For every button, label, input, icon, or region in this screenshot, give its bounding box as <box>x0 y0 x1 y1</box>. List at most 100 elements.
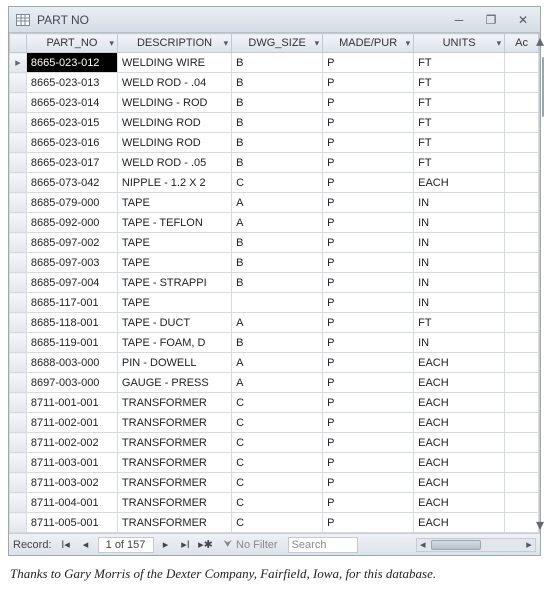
cell[interactable]: P <box>323 333 414 353</box>
select-all-header[interactable] <box>10 34 27 53</box>
cell[interactable]: 8685-092-000 <box>26 213 117 233</box>
row-selector[interactable] <box>10 293 27 313</box>
cell[interactable]: C <box>232 413 323 433</box>
row-selector[interactable] <box>10 253 27 273</box>
cell[interactable]: P <box>323 113 414 133</box>
col-units[interactable]: UNITS▾ <box>414 34 505 53</box>
cell[interactable]: P <box>323 233 414 253</box>
cell[interactable]: FT <box>414 313 505 333</box>
row-selector[interactable] <box>10 93 27 113</box>
row-selector[interactable] <box>10 353 27 373</box>
row-selector[interactable] <box>10 153 27 173</box>
cell[interactable] <box>505 493 539 513</box>
cell[interactable] <box>505 193 539 213</box>
chevron-down-icon[interactable]: ▾ <box>497 38 502 49</box>
cell[interactable]: 8711-002-001 <box>26 413 117 433</box>
col-made-pur[interactable]: MADE/PUR▾ <box>323 34 414 53</box>
cell[interactable]: TAPE <box>117 233 231 253</box>
cell[interactable]: 8665-023-017 <box>26 153 117 173</box>
cell[interactable]: WELDING WIRE <box>117 53 231 73</box>
cell[interactable]: P <box>323 53 414 73</box>
cell[interactable]: TAPE - DUCT <box>117 313 231 333</box>
cell[interactable]: TAPE - FOAM, D <box>117 333 231 353</box>
row-selector[interactable] <box>10 513 27 533</box>
table-row[interactable]: 8711-002-002TRANSFORMERCPEACH <box>10 433 539 453</box>
vertical-scrollbar[interactable]: ▴ ▾ <box>539 33 540 533</box>
cell[interactable]: IN <box>414 213 505 233</box>
cell[interactable]: TAPE - STRAPPI <box>117 273 231 293</box>
cell[interactable]: TAPE <box>117 193 231 213</box>
cell[interactable]: B <box>232 273 323 293</box>
cell[interactable]: TRANSFORMER <box>117 433 231 453</box>
cell[interactable]: 8685-097-003 <box>26 253 117 273</box>
cell[interactable] <box>505 453 539 473</box>
cell[interactable]: EACH <box>414 393 505 413</box>
cell[interactable]: TAPE - TEFLON <box>117 213 231 233</box>
cell[interactable] <box>505 73 539 93</box>
cell[interactable]: 8665-023-016 <box>26 133 117 153</box>
cell[interactable]: A <box>232 373 323 393</box>
prev-record-button[interactable]: ◂ <box>78 537 94 553</box>
cell[interactable] <box>505 293 539 313</box>
cell[interactable]: 8685-118-001 <box>26 313 117 333</box>
cell[interactable]: 8685-119-001 <box>26 333 117 353</box>
cell[interactable]: TAPE <box>117 253 231 273</box>
cell[interactable] <box>505 313 539 333</box>
cell[interactable]: 8685-079-000 <box>26 193 117 213</box>
restore-button[interactable]: ❐ <box>480 12 502 28</box>
table-row[interactable]: 8688-003-000PIN - DOWELLAPEACH <box>10 353 539 373</box>
cell[interactable]: TRANSFORMER <box>117 393 231 413</box>
cell[interactable]: TRANSFORMER <box>117 473 231 493</box>
cell[interactable] <box>505 253 539 273</box>
cell[interactable]: 8697-003-000 <box>26 373 117 393</box>
cell[interactable]: PIN - DOWELL <box>117 353 231 373</box>
row-selector[interactable] <box>10 333 27 353</box>
cell[interactable]: IN <box>414 273 505 293</box>
cell[interactable] <box>505 173 539 193</box>
cell[interactable]: B <box>232 93 323 113</box>
row-selector[interactable]: ▸ <box>10 53 27 73</box>
cell[interactable]: P <box>323 133 414 153</box>
row-selector[interactable] <box>10 413 27 433</box>
table-row[interactable]: 8665-023-015WELDING RODBPFT <box>10 113 539 133</box>
cell[interactable]: B <box>232 113 323 133</box>
cell[interactable]: A <box>232 313 323 333</box>
cell[interactable]: FT <box>414 93 505 113</box>
cell[interactable] <box>505 53 539 73</box>
cell[interactable]: 8665-023-012 <box>26 53 117 73</box>
cell[interactable]: P <box>323 433 414 453</box>
cell[interactable]: TAPE <box>117 293 231 313</box>
cell[interactable]: C <box>232 433 323 453</box>
chevron-down-icon[interactable]: ▾ <box>109 38 114 49</box>
cell[interactable]: C <box>232 513 323 533</box>
cell[interactable]: EACH <box>414 373 505 393</box>
cell[interactable] <box>505 233 539 253</box>
cell[interactable]: P <box>323 513 414 533</box>
row-selector[interactable] <box>10 453 27 473</box>
first-record-button[interactable]: I◂ <box>58 537 74 553</box>
row-selector[interactable] <box>10 213 27 233</box>
scroll-thumb[interactable] <box>542 57 544 117</box>
cell[interactable]: C <box>232 493 323 513</box>
cell[interactable]: 8711-002-002 <box>26 433 117 453</box>
cell[interactable]: P <box>323 473 414 493</box>
row-selector[interactable] <box>10 373 27 393</box>
cell[interactable]: 8711-003-001 <box>26 453 117 473</box>
cell[interactable]: 8665-023-013 <box>26 73 117 93</box>
cell[interactable]: EACH <box>414 433 505 453</box>
cell[interactable]: WELDING ROD <box>117 113 231 133</box>
table-row[interactable]: 8665-073-042NIPPLE - 1.2 X 2CPEACH <box>10 173 539 193</box>
row-selector[interactable] <box>10 113 27 133</box>
cell[interactable]: 8685-097-004 <box>26 273 117 293</box>
cell[interactable]: WELDING ROD <box>117 133 231 153</box>
table-row[interactable]: 8685-097-002TAPEBPIN <box>10 233 539 253</box>
cell[interactable]: P <box>323 73 414 93</box>
row-selector[interactable] <box>10 473 27 493</box>
cell[interactable]: EACH <box>414 493 505 513</box>
cell[interactable]: EACH <box>414 413 505 433</box>
row-selector[interactable] <box>10 173 27 193</box>
table-row[interactable]: 8685-097-004TAPE - STRAPPIBPIN <box>10 273 539 293</box>
table-row[interactable]: 8665-023-014WELDING - RODBPFT <box>10 93 539 113</box>
cell[interactable]: TRANSFORMER <box>117 453 231 473</box>
table-row[interactable]: 8711-005-001TRANSFORMERCPEACH <box>10 513 539 533</box>
